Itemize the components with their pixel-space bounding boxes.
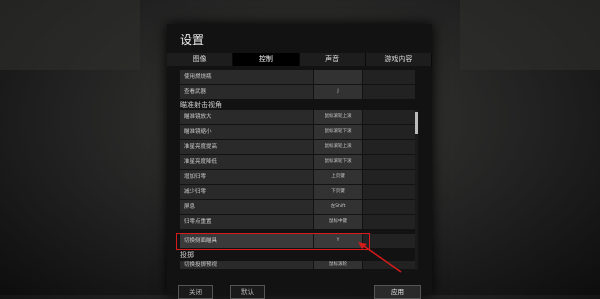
keybind-label: 切换投掷预视: [180, 261, 313, 269]
keybind-label: 增加归零: [180, 170, 313, 184]
keybind-label: 屏息: [180, 200, 313, 214]
keybind-label: 瞄准镜放大: [180, 110, 313, 124]
tab-graphics[interactable]: 图像: [167, 53, 234, 66]
keybind-row: 瞄准镜放大 鼠标滚轮上滚: [177, 110, 417, 124]
secondary-key-slot[interactable]: [363, 140, 415, 154]
list-scrollbar[interactable]: [415, 110, 418, 270]
secondary-key-slot[interactable]: [363, 200, 415, 214]
keybind-row: 减少归零 下页键: [177, 185, 417, 199]
secondary-key-slot[interactable]: [363, 215, 415, 229]
keybind-label: 瞄准镜缩小: [180, 125, 313, 139]
keybind-row: 使用燃烧瓶: [177, 70, 417, 84]
secondary-key-slot[interactable]: [363, 85, 415, 99]
keybind-label: 减少归零: [180, 185, 313, 199]
annotation-arrow-icon: [358, 242, 402, 273]
section-heading-throw: 投掷: [180, 251, 194, 259]
primary-key-slot[interactable]: 下页键: [314, 185, 362, 199]
secondary-key-slot[interactable]: [363, 170, 415, 184]
primary-key-slot[interactable]: [314, 70, 362, 84]
tab-gameplay[interactable]: 游戏内容: [365, 53, 432, 66]
primary-key-slot[interactable]: 鼠标滚轮上滚: [314, 140, 362, 154]
keybind-row: 准星亮度提高 鼠标滚轮上滚: [177, 140, 417, 154]
background-wall: [460, 0, 600, 70]
section-heading-scope: 瞄准射击视角: [180, 101, 222, 109]
close-button[interactable]: 关闭: [178, 285, 213, 299]
primary-key-slot[interactable]: J: [314, 85, 362, 99]
keybind-row: 查看武器 J: [177, 85, 417, 99]
primary-key-slot[interactable]: 上页键: [314, 170, 362, 184]
annotation-highlight-box: [176, 233, 370, 250]
keybind-row: 增加归零 上页键: [177, 170, 417, 184]
tab-sound[interactable]: 声音: [299, 53, 366, 66]
keybind-label: 准星亮度提高: [180, 140, 313, 154]
primary-key-slot[interactable]: 鼠标滚轮下滚: [314, 155, 362, 169]
keybind-label: 查看武器: [180, 85, 313, 99]
secondary-key-slot[interactable]: [363, 110, 415, 124]
secondary-key-slot[interactable]: [363, 185, 415, 199]
primary-key-slot[interactable]: 左Shift: [314, 200, 362, 214]
primary-key-slot[interactable]: 鼠标滚轮下滚: [314, 125, 362, 139]
background-wall: [0, 0, 140, 70]
scrollbar-thumb[interactable]: [415, 112, 418, 134]
dialog-title: 设置: [180, 33, 205, 47]
primary-key-slot[interactable]: 鼠标中键: [314, 215, 362, 229]
keybind-label: 归零点重置: [180, 215, 313, 229]
keybind-row: 屏息 左Shift: [177, 200, 417, 214]
keybind-label: 使用燃烧瓶: [180, 70, 313, 84]
primary-key-slot[interactable]: 鼠标滚轮上滚: [314, 110, 362, 124]
apply-button[interactable]: 应用: [374, 285, 421, 299]
secondary-key-slot[interactable]: [363, 125, 415, 139]
keybind-row: 瞄准镜缩小 鼠标滚轮下滚: [177, 125, 417, 139]
keybind-row: 归零点重置 鼠标中键: [177, 215, 417, 229]
tab-controls[interactable]: 控制: [233, 53, 300, 66]
secondary-key-slot[interactable]: [363, 155, 415, 169]
default-button[interactable]: 默认: [230, 285, 265, 299]
settings-tabs: 图像 控制 声音 游戏内容: [167, 53, 432, 66]
secondary-key-slot[interactable]: [363, 70, 415, 84]
keybind-label: 准星亮度降低: [180, 155, 313, 169]
keybind-row: 准星亮度降低 鼠标滚轮下滚: [177, 155, 417, 169]
